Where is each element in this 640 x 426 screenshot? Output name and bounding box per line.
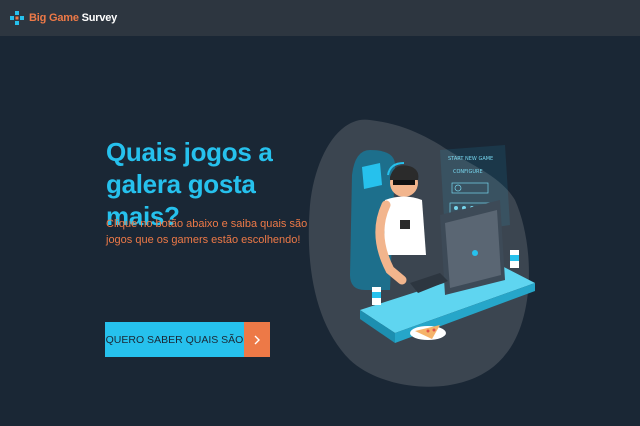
brand-logo[interactable]: Big Game Survey	[10, 11, 117, 25]
gamer-illustration: START NEW GAME CONFIGURE	[308, 119, 535, 387]
gamepad-cross-icon	[10, 11, 24, 25]
brand-name-part1: Big Game	[29, 12, 79, 24]
top-bar: Big Game Survey	[0, 0, 640, 36]
brand-name-part2: Survey	[78, 12, 118, 24]
brand-name: Big Game Survey	[29, 12, 117, 24]
cta-arrow-box	[244, 322, 270, 357]
hologram-label-2: CONFIGURE	[453, 169, 483, 175]
hologram-label-1: START NEW GAME	[448, 156, 493, 162]
cta-button-label: Quero saber quais são	[105, 322, 244, 357]
cta-button[interactable]: Quero saber quais são	[105, 322, 270, 357]
chevron-right-icon	[254, 335, 260, 344]
hero-subtitle: Clique no botão abaixo e saiba quais são…	[106, 218, 322, 246]
